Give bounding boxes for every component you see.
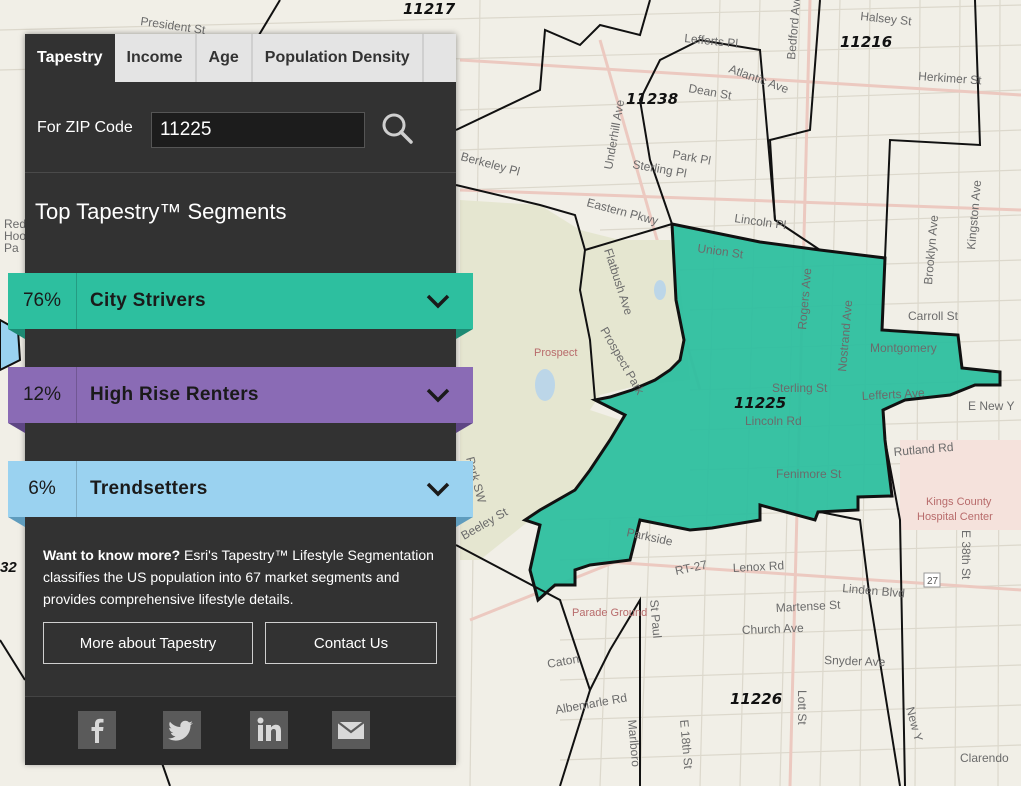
street-label: Sterling St xyxy=(772,381,828,395)
chevron-down-icon[interactable] xyxy=(425,289,451,313)
linkedin-icon xyxy=(257,717,281,741)
facebook-button[interactable] xyxy=(78,711,116,749)
street-label: Pa xyxy=(4,241,19,255)
zip-label-11225: 11225 xyxy=(734,394,786,412)
info-text: Want to know more? Esri's Tapestry™ Life… xyxy=(43,544,453,610)
segment-city-strivers[interactable]: 76% City Strivers xyxy=(8,273,473,339)
poi-label: Parade Ground xyxy=(572,607,647,619)
chevron-down-icon[interactable] xyxy=(425,383,451,407)
zip-label-fragment: 32 xyxy=(0,559,17,576)
segment-high-rise-renters[interactable]: 12% High Rise Renters xyxy=(8,367,473,433)
segment-name: City Strivers xyxy=(90,290,206,311)
street-label: Fenimore St xyxy=(776,467,842,481)
twitter-icon xyxy=(168,720,193,741)
tab-income[interactable]: Income xyxy=(114,34,197,82)
zip-label-11216: 11216 xyxy=(840,33,892,51)
zip-label-11217: 11217 xyxy=(403,0,456,18)
zip-row: For ZIP Code xyxy=(25,82,456,173)
poi-label: Hospital Center xyxy=(917,511,993,523)
tab-tapestry[interactable]: Tapestry xyxy=(25,34,115,82)
street-label: E 38th St xyxy=(959,530,973,580)
segment-trendsetters[interactable]: 6% Trendsetters xyxy=(8,461,473,527)
email-button[interactable] xyxy=(332,711,370,749)
street-label: Lincoln Rd xyxy=(745,414,802,428)
segment-name: High Rise Renters xyxy=(90,384,259,405)
search-button[interactable] xyxy=(379,110,415,146)
tab-population-density[interactable]: Population Density xyxy=(252,34,424,82)
street-label: E New Y xyxy=(968,399,1014,413)
street-label: Lenox Rd xyxy=(732,558,784,575)
contact-us-button[interactable]: Contact Us xyxy=(265,622,437,664)
street-label: Snyder Ave xyxy=(824,653,886,669)
zip-label-11238: 11238 xyxy=(626,90,678,108)
linkedin-button[interactable] xyxy=(250,711,288,749)
poi-label: Kings County xyxy=(926,496,992,508)
facebook-icon xyxy=(91,718,104,743)
tab-bar: Tapestry Income Age Population Density xyxy=(25,34,456,82)
more-about-tapestry-button[interactable]: More about Tapestry xyxy=(43,622,253,664)
segment-percent: 6% xyxy=(8,461,77,517)
street-label: Lott St xyxy=(795,690,809,725)
email-icon xyxy=(337,721,365,739)
segments-title: Top Tapestry™ Segments xyxy=(35,199,287,224)
segment-percent: 76% xyxy=(8,273,77,329)
street-label: Church Ave xyxy=(742,621,805,637)
street-label: Montgomery xyxy=(870,341,937,355)
tapestry-panel: Tapestry Income Age Population Density F… xyxy=(8,34,473,765)
street-label: Clarendo xyxy=(960,751,1009,765)
segment-name: Trendsetters xyxy=(90,478,208,499)
zip-label-11226: 11226 xyxy=(730,690,782,708)
chevron-down-icon[interactable] xyxy=(425,477,451,501)
info-bold: Want to know more? xyxy=(43,547,181,563)
search-icon xyxy=(382,113,413,144)
route-shield: 27 xyxy=(923,572,941,588)
social-bar xyxy=(25,696,456,765)
twitter-button[interactable] xyxy=(163,711,201,749)
svg-text:27: 27 xyxy=(927,576,939,587)
poi-label: Prospect xyxy=(534,347,577,359)
tab-age[interactable]: Age xyxy=(196,34,253,82)
street-label: Carroll St xyxy=(908,309,959,323)
zip-code-label: For ZIP Code xyxy=(37,119,133,136)
segment-percent: 12% xyxy=(8,367,77,423)
zip-code-input[interactable] xyxy=(151,112,365,148)
